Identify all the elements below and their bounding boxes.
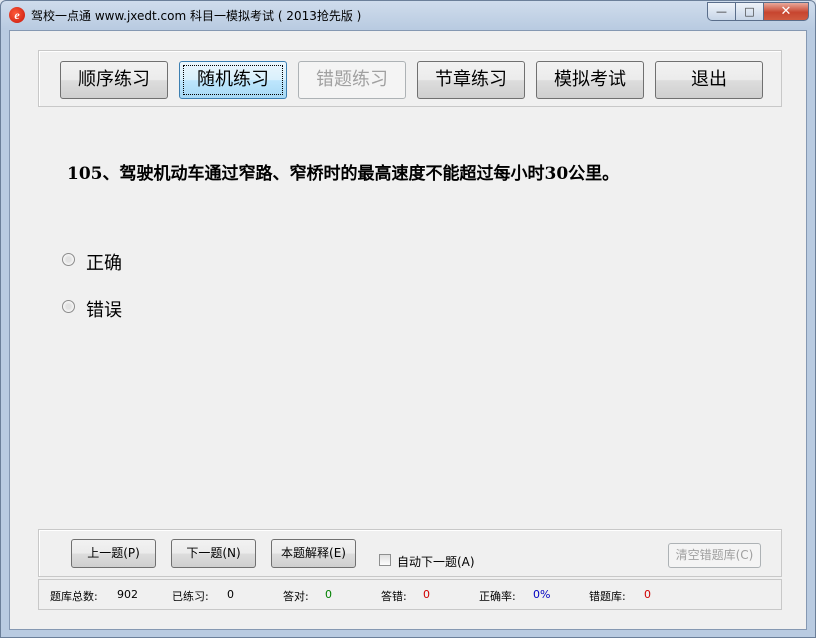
wrong-bank-label: 错题库: bbox=[589, 590, 626, 603]
total-label: 题库总数: bbox=[50, 590, 98, 603]
close-button[interactable]: ✕ bbox=[763, 2, 809, 21]
practiced-label: 已练习: bbox=[172, 590, 209, 603]
app-logo-icon: e bbox=[9, 7, 25, 23]
radio-button[interactable] bbox=[62, 253, 75, 266]
minimize-button[interactable]: — bbox=[707, 2, 735, 21]
exit-button[interactable]: 退出 bbox=[655, 61, 763, 99]
total-value: 902 bbox=[117, 588, 138, 601]
status-bar: 题库总数: 902 已练习: 0 答对: 0 答错: 0 正确率: 0% 错题库… bbox=[38, 579, 782, 610]
navigation-bar: 上一题(P) 下一题(N) 本题解释(E) 自动下一题(A) 清空错题库(C) bbox=[38, 529, 782, 577]
wrong-label: 答错: bbox=[381, 590, 407, 603]
chapter-practice-button[interactable]: 节章练习 bbox=[417, 61, 525, 99]
correct-value: 0 bbox=[325, 588, 332, 601]
window-title: 驾校一点通 www.jxedt.com 科目一模拟考试 ( 2013抢先版 ) bbox=[31, 9, 362, 23]
explain-question-button[interactable]: 本题解释(E) bbox=[271, 539, 356, 568]
practiced-value: 0 bbox=[227, 588, 234, 601]
wrong-bank-value: 0 bbox=[644, 588, 651, 601]
sequential-practice-button[interactable]: 顺序练习 bbox=[60, 61, 168, 99]
app-window: e 驾校一点通 www.jxedt.com 科目一模拟考试 ( 2013抢先版 … bbox=[0, 0, 816, 638]
mock-exam-button[interactable]: 模拟考试 bbox=[536, 61, 644, 99]
radio-button[interactable] bbox=[62, 300, 75, 313]
wrong-question-practice-button[interactable]: 错题练习 bbox=[298, 61, 406, 99]
accuracy-value: 0% bbox=[533, 588, 551, 601]
random-practice-button[interactable]: 随机练习 bbox=[179, 61, 287, 99]
close-icon: ✕ bbox=[780, 4, 792, 19]
option-label: 错误 bbox=[86, 300, 122, 321]
clear-wrong-bank-button[interactable]: 清空错题库(C) bbox=[668, 543, 761, 568]
next-question-button[interactable]: 下一题(N) bbox=[171, 539, 256, 568]
main-panel: 顺序练习 随机练习 错题练习 节章练习 模拟考试 退出 105、驾驶机动车通过窄… bbox=[9, 30, 807, 630]
prev-question-button[interactable]: 上一题(P) bbox=[71, 539, 156, 568]
mode-toolbar: 顺序练习 随机练习 错题练习 节章练习 模拟考试 退出 bbox=[38, 50, 782, 107]
accuracy-label: 正确率: bbox=[479, 590, 516, 603]
wrong-value: 0 bbox=[423, 588, 430, 601]
correct-label: 答对: bbox=[283, 590, 309, 603]
minimize-icon: — bbox=[716, 5, 727, 18]
maximize-button[interactable]: □ bbox=[735, 2, 763, 21]
maximize-icon: □ bbox=[744, 5, 755, 18]
auto-next-checkbox[interactable] bbox=[379, 554, 391, 566]
title-bar[interactable]: e 驾校一点通 www.jxedt.com 科目一模拟考试 ( 2013抢先版 … bbox=[1, 1, 815, 29]
question-text: 105、驾驶机动车通过窄路、窄桥时的最高速度不能超过每小时30公里。 bbox=[67, 164, 620, 184]
option-label: 正确 bbox=[86, 253, 122, 274]
auto-next-label[interactable]: 自动下一题(A) bbox=[397, 553, 475, 570]
